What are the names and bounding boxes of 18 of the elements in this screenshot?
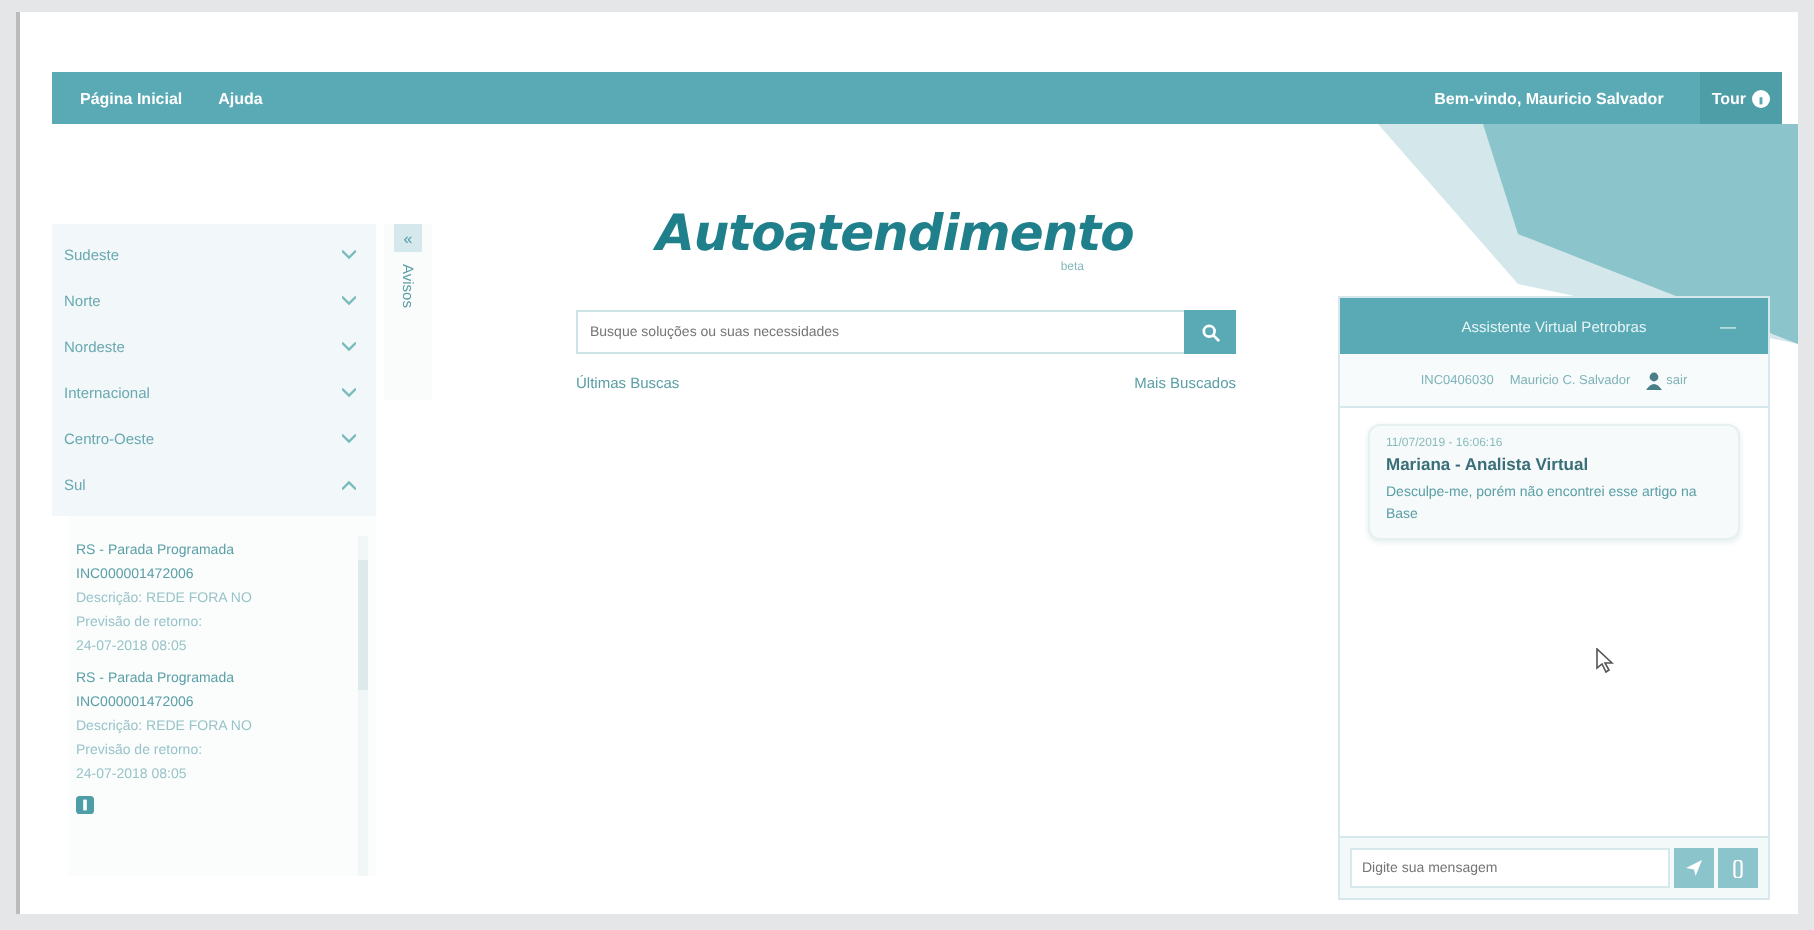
message-author: Mariana - Analista Virtual — [1386, 454, 1591, 474]
nav-link[interactable]: Ajuda — [218, 89, 263, 107]
minimize-button[interactable]: — — [1708, 315, 1748, 337]
help-icon — [1752, 89, 1770, 107]
brand-title: Autoatendimento — [656, 204, 1136, 262]
send-icon — [1686, 860, 1702, 876]
scrollbar[interactable] — [358, 536, 368, 876]
attach-button[interactable] — [1718, 848, 1758, 888]
collapse-button[interactable]: « — [394, 224, 422, 252]
welcome-text: Bem-vindo, Mauricio Salvador — [1434, 89, 1664, 107]
nav-link[interactable]: Página Inicial — [80, 89, 183, 107]
search-icon — [1201, 323, 1219, 341]
send-button[interactable] — [1674, 848, 1714, 888]
info-icon[interactable] — [76, 796, 94, 814]
tour-button[interactable]: Tour — [1699, 72, 1782, 124]
search-button[interactable] — [1184, 310, 1236, 354]
user-icon — [1646, 371, 1663, 389]
mouse-pointer-icon — [1596, 648, 1614, 674]
